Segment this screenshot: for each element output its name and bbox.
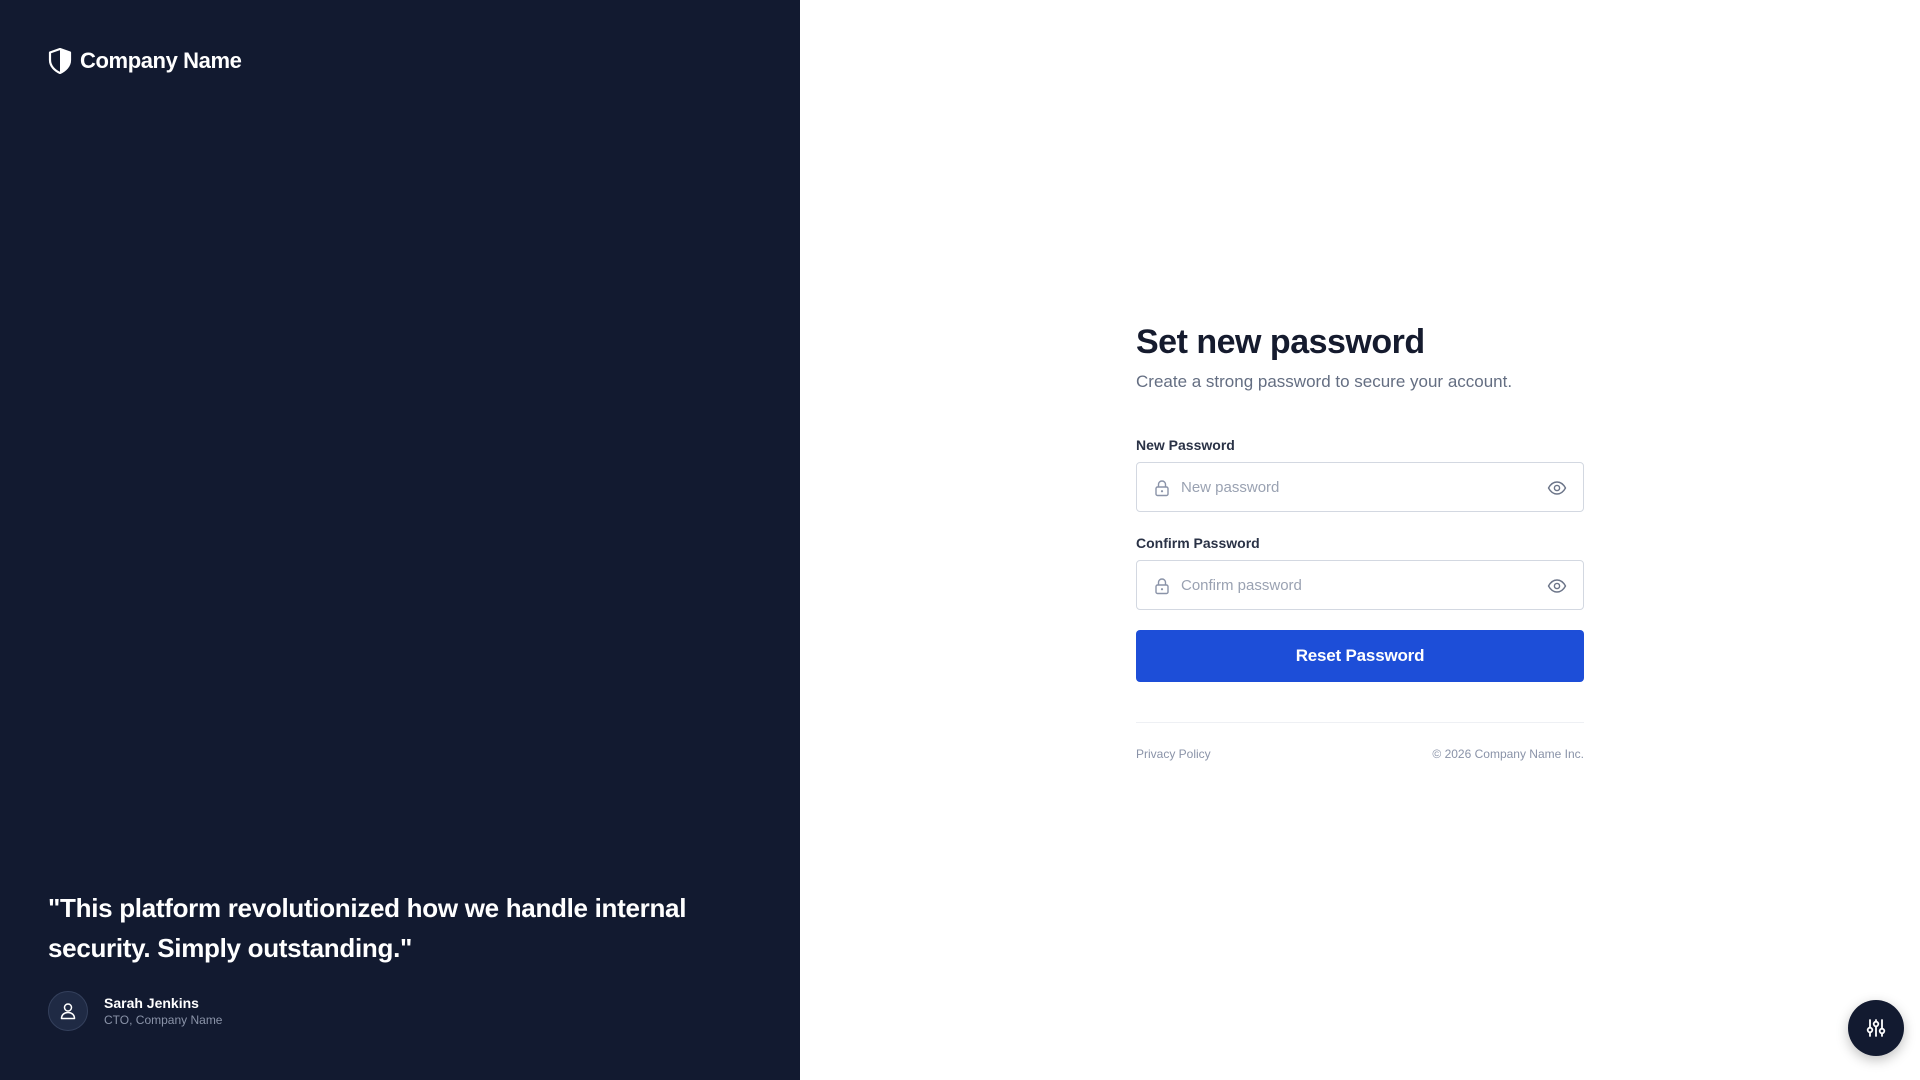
avatar <box>48 991 88 1031</box>
brand[interactable]: Company Name <box>48 48 242 74</box>
page-title: Set new password <box>1136 323 1425 361</box>
brand-panel: Company Name "This platform revolutioniz… <box>0 0 800 1080</box>
confirm-password-group: Confirm Password <box>1136 534 1584 610</box>
author-name: Sarah Jenkins <box>104 995 199 1011</box>
eye-icon[interactable] <box>1547 478 1567 498</box>
brand-name: Company Name <box>80 48 242 73</box>
new-password-input[interactable] <box>1137 463 1583 511</box>
confirm-password-label: Confirm Password <box>1136 535 1260 551</box>
reset-password-page: Company Name "This platform revolutioniz… <box>0 0 1920 1080</box>
testimonial: "This platform revolutionized how we han… <box>48 888 768 968</box>
divider <box>1136 722 1584 723</box>
confirm-password-box <box>1136 560 1584 610</box>
new-password-box <box>1136 462 1584 512</box>
confirm-password-input[interactable] <box>1137 561 1583 609</box>
page-subtitle: Create a strong password to secure your … <box>1136 372 1513 391</box>
settings-fab-button[interactable] <box>1848 1000 1904 1056</box>
reset-password-button[interactable]: Reset Password <box>1136 630 1584 682</box>
user-icon <box>60 1003 76 1020</box>
form-panel: Set new password Create a strong passwor… <box>800 0 1920 1080</box>
sliders-icon <box>1866 1019 1886 1037</box>
copyright-text: © 2026 Company Name Inc. <box>1432 747 1584 761</box>
new-password-group: New Password <box>1136 436 1584 512</box>
shield-icon <box>48 48 72 74</box>
author-info: Sarah Jenkins CTO, Company Name <box>104 994 222 1028</box>
form-footer: Privacy Policy © 2026 Company Name Inc. <box>1136 747 1584 761</box>
testimonial-quote: "This platform revolutionized how we han… <box>48 893 687 963</box>
lock-icon <box>1155 578 1169 595</box>
new-password-label: New Password <box>1136 437 1235 453</box>
testimonial-author: Sarah Jenkins CTO, Company Name <box>48 991 222 1031</box>
lock-icon <box>1155 480 1169 497</box>
eye-icon[interactable] <box>1547 576 1567 596</box>
reset-password-form: Set new password Create a strong passwor… <box>1136 318 1584 761</box>
author-role: CTO, Company Name <box>104 1013 223 1027</box>
privacy-policy-link[interactable]: Privacy Policy <box>1136 747 1211 761</box>
